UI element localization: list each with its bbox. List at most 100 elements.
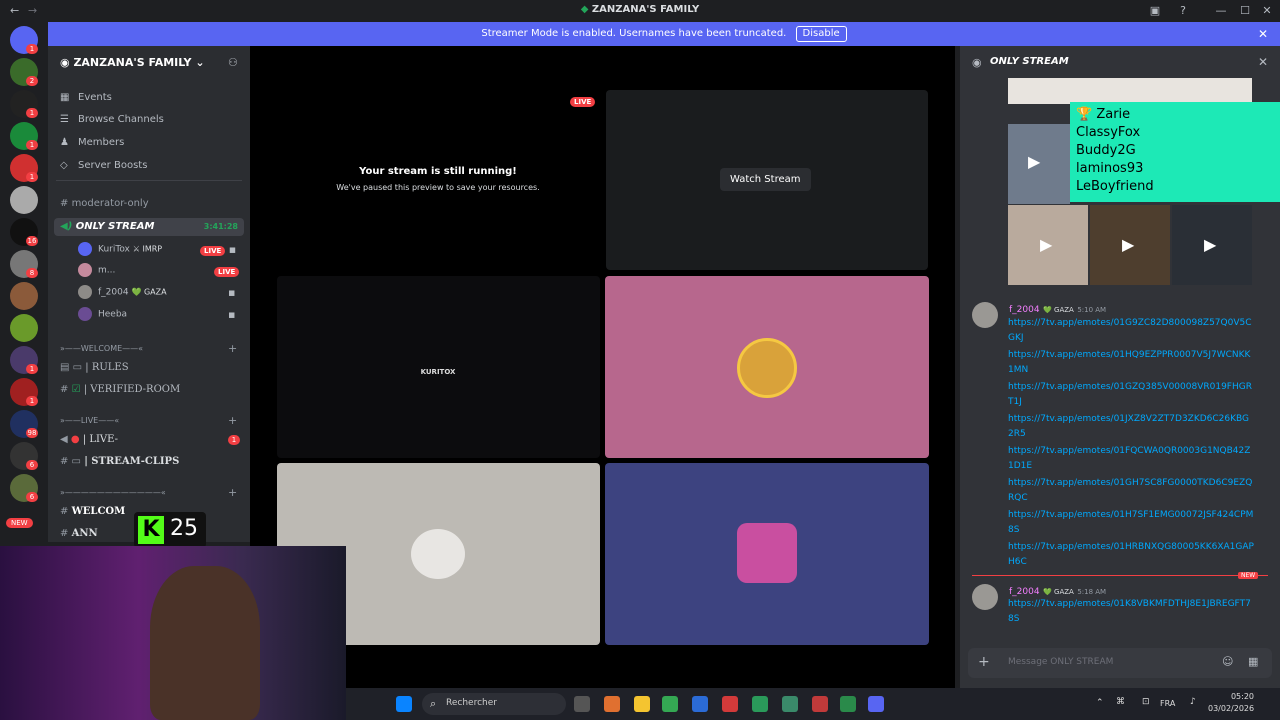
nav-members[interactable]: ♟ Members xyxy=(60,137,124,148)
folder-icon[interactable] xyxy=(634,696,650,712)
channel-stream-clips[interactable]: # ▭ | STREAM-CLIPS xyxy=(60,456,179,467)
chrome-icon[interactable] xyxy=(662,696,678,712)
participant-tile-kuritox[interactable]: KURITOX xyxy=(277,276,600,458)
app-icon[interactable] xyxy=(604,696,620,712)
category-live[interactable]: »——LIVE——« xyxy=(60,416,119,425)
nav-server-boosts[interactable]: ◇ Server Boosts xyxy=(60,160,147,171)
chrome-icon[interactable] xyxy=(752,696,768,712)
task-view-icon[interactable] xyxy=(574,696,590,712)
play-icon: ▶ xyxy=(1204,235,1217,254)
message-link[interactable]: https://7tv.app/emotes/01GH7SC8FG0000TKD… xyxy=(1008,476,1254,506)
message-link[interactable]: https://7tv.app/emotes/01HRBNXQG80005KK6… xyxy=(1008,540,1254,570)
language-indicator[interactable]: FRA xyxy=(1160,699,1175,708)
add-channel-icon[interactable]: + xyxy=(228,342,237,355)
stream-preview-tile[interactable]: Watch Stream xyxy=(606,90,928,270)
message-link[interactable]: https://7tv.app/emotes/01G9ZC82D800098Z5… xyxy=(1008,316,1254,346)
taskbar-search[interactable]: ⌕ Rechercher xyxy=(422,693,566,715)
channel-live[interactable]: ◀ ● | LIVE- xyxy=(60,434,118,445)
avatar xyxy=(78,285,92,299)
video-thumb[interactable]: ▶ xyxy=(1008,205,1088,285)
add-attachment-icon[interactable]: + xyxy=(978,654,990,670)
nav-events[interactable]: ▦ Events xyxy=(60,92,112,103)
invite-icon[interactable]: ⚇ xyxy=(228,56,238,69)
message-header: f_2004 💚 GAZA 5:18 AM xyxy=(1009,587,1107,597)
channel-moderator-only[interactable]: # moderator-only xyxy=(60,198,149,209)
watch-stream-button[interactable]: Watch Stream xyxy=(720,168,811,191)
channel-welcome[interactable]: # WELCOM xyxy=(60,506,125,517)
chrome-icon[interactable] xyxy=(782,696,798,712)
message-link[interactable]: https://7tv.app/emotes/01FQCWA0QR0003G1N… xyxy=(1008,444,1254,474)
video-thumb[interactable]: ▶ xyxy=(1172,205,1252,285)
minimize-button[interactable]: — xyxy=(1208,2,1234,20)
kuritox-logo: KURITOX xyxy=(420,368,456,376)
message-placeholder: Message ONLY STREAM xyxy=(1008,657,1114,667)
title-bar: ← → ◆ ZANZANA'S FAMILY ▣ ? — ☐ ✕ xyxy=(0,0,1280,22)
volume-icon[interactable]: ♪ xyxy=(1190,697,1196,707)
message-link[interactable]: https://7tv.app/emotes/01H7SF1EMG00072JS… xyxy=(1008,508,1254,538)
add-channel-icon[interactable]: + xyxy=(228,414,237,427)
video-thumb[interactable]: ▶ xyxy=(1090,205,1170,285)
message-link[interactable]: https://7tv.app/emotes/01K8VBKMFDTHJ8E1J… xyxy=(1008,597,1254,627)
video-thumb[interactable]: ▶ xyxy=(1008,124,1070,204)
channel-announce[interactable]: # ANN xyxy=(60,528,98,539)
category-other[interactable]: »————————————« xyxy=(60,488,166,497)
hash-icon: # xyxy=(60,198,72,209)
category-welcome[interactable]: »——WELCOME——« xyxy=(60,344,143,353)
network-icon[interactable]: ⌘ xyxy=(1116,697,1125,707)
app-icon[interactable] xyxy=(812,696,828,712)
channel-rules[interactable]: ▤ ▭ | RULES xyxy=(60,362,129,373)
hash-icon: # xyxy=(60,506,72,517)
message-link[interactable]: https://7tv.app/emotes/01JXZ8V2ZT7D3ZKD6… xyxy=(1008,412,1254,442)
add-channel-icon[interactable]: + xyxy=(228,486,237,499)
close-window-button[interactable]: ✕ xyxy=(1254,2,1280,20)
participant-tile-heeba[interactable] xyxy=(605,463,929,645)
message-header: f_2004 💚 GAZA 5:10 AM xyxy=(1009,305,1107,315)
server-icon[interactable] xyxy=(10,186,38,214)
avatar xyxy=(78,263,92,277)
message-input[interactable]: + Message ONLY STREAM ☺ ▦ xyxy=(968,648,1272,678)
discord-icon[interactable] xyxy=(868,696,884,712)
avatar xyxy=(737,523,797,583)
app-icon[interactable] xyxy=(692,696,708,712)
nav-browse-channels[interactable]: ☰ Browse Channels xyxy=(60,114,164,125)
k-counter-overlay: K 25 xyxy=(134,512,206,548)
close-banner-icon[interactable]: ✕ xyxy=(1258,22,1268,46)
voice-user[interactable]: KuriTox ⚔ IMRP xyxy=(78,242,162,256)
server-name[interactable]: ◉ ZANZANA'S FAMILY ⌄ xyxy=(60,56,205,69)
viewer-name: Buddy2G xyxy=(1076,143,1136,158)
participant-tile[interactable] xyxy=(605,276,929,458)
avatar[interactable] xyxy=(972,302,998,328)
mention-badge: 1 xyxy=(26,140,38,150)
avatar xyxy=(411,529,465,579)
voice-user[interactable]: Heeba xyxy=(78,307,127,321)
trophy-icon-name: 🏆 Zarie xyxy=(1076,107,1131,122)
message-link[interactable]: https://7tv.app/emotes/01HQ9EZPPR0007V5J… xyxy=(1008,348,1254,378)
windows-start-icon[interactable] xyxy=(396,696,412,712)
stream-paused-text: We've paused this preview to save your r… xyxy=(336,183,540,192)
mention-badge: 8 xyxy=(26,268,38,278)
apps-icon[interactable]: ▦ xyxy=(1248,655,1258,668)
server-list: 1 2 1 1 1 16 8 1 1 98 6 6 NEW xyxy=(0,22,48,542)
server-icon[interactable] xyxy=(10,314,38,342)
mention-badge: 1 xyxy=(26,364,38,374)
server-icon[interactable] xyxy=(10,282,38,310)
clock-time[interactable]: 05:20 xyxy=(1208,692,1254,701)
app-icon[interactable] xyxy=(722,696,738,712)
voice-user[interactable]: m... xyxy=(78,263,115,277)
tray-chevron-icon[interactable]: ⌃ xyxy=(1096,698,1104,708)
channel-only-stream[interactable]: ◀) ONLY STREAM 3:41:28 xyxy=(54,218,244,236)
voice-user[interactable]: f_2004 💚 GAZA xyxy=(78,285,167,299)
close-chat-icon[interactable]: ✕ xyxy=(1258,55,1268,69)
channel-verified-room[interactable]: # ☑ | VERIFIED-ROOM xyxy=(60,384,180,395)
avatar[interactable] xyxy=(972,584,998,610)
search-label: Rechercher xyxy=(446,698,497,708)
message-link[interactable]: https://7tv.app/emotes/01GZQ385V00008VR0… xyxy=(1008,380,1254,410)
help-icon[interactable]: ? xyxy=(1170,2,1196,20)
inbox-icon[interactable]: ▣ xyxy=(1142,2,1168,20)
channel-sidebar: ◉ ZANZANA'S FAMILY ⌄ ⚇ ▦ Events ☰ Browse C… xyxy=(48,46,250,542)
disable-button[interactable]: Disable xyxy=(795,26,847,42)
chrome-icon[interactable] xyxy=(840,696,856,712)
clock-date[interactable]: 03/02/2026 xyxy=(1208,704,1254,713)
emoji-icon[interactable]: ☺ xyxy=(1222,655,1233,668)
tray-icon[interactable]: ⊡ xyxy=(1142,697,1150,707)
